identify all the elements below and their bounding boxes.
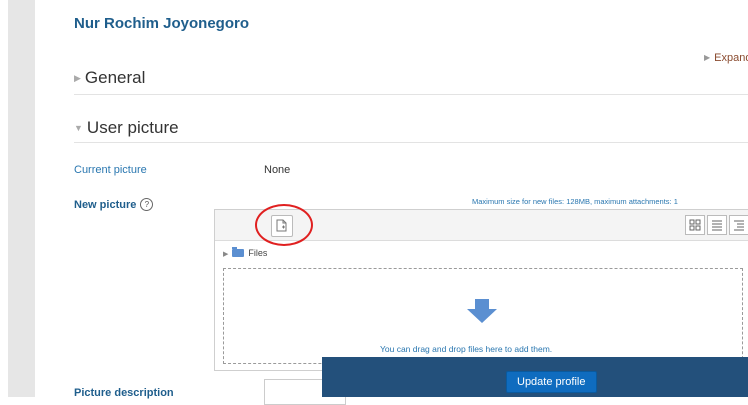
down-arrow-icon (467, 299, 497, 323)
drop-zone[interactable]: You can drag and drop files here to add … (223, 268, 743, 364)
expand-all-label: Expand al (714, 52, 748, 64)
list-icon (712, 220, 722, 231)
sticky-footer: Update profile (322, 357, 748, 397)
grid-icon (689, 219, 701, 231)
profile-form: Nur Rochim Joyonegoro ▶Expand al ▶Genera… (36, 0, 748, 405)
divider (74, 94, 748, 95)
section-general-label: General (84, 68, 146, 87)
help-icon[interactable]: ? (140, 198, 154, 211)
new-picture-label-text: New picture (74, 199, 137, 211)
current-picture-label: Current picture (74, 164, 147, 176)
icon-view-button[interactable] (685, 215, 705, 235)
triangle-down-icon: ▼ (74, 123, 83, 133)
tree-view-button[interactable] (729, 215, 748, 235)
breadcrumb-files-label: Files (248, 248, 268, 258)
max-size-info: Maximum size for new files: 128MB, maxim… (472, 197, 678, 206)
picture-description-label: Picture description (74, 387, 174, 399)
view-mode-buttons (683, 215, 748, 235)
triangle-right-icon: ▶ (74, 73, 81, 83)
divider (74, 142, 748, 143)
tree-icon (734, 220, 744, 231)
add-file-icon (276, 219, 287, 232)
triangle-right-icon: ▶ (223, 251, 229, 258)
update-profile-button[interactable]: Update profile (506, 371, 597, 393)
file-picker-breadcrumb[interactable]: ▶ Files (223, 247, 268, 258)
section-general-header[interactable]: ▶ General (74, 68, 145, 88)
triangle-right-icon: ▶ (704, 53, 711, 62)
page-title: Nur Rochim Joyonegoro (74, 15, 250, 32)
file-picker-toolbar (215, 204, 748, 246)
expand-all-link[interactable]: ▶Expand al (704, 52, 748, 64)
drop-zone-text: You can drag and drop files here to add … (380, 344, 553, 354)
left-rail (8, 0, 35, 397)
folder-icon (232, 247, 245, 257)
section-user-picture-label: User picture (86, 118, 179, 137)
new-picture-label: New picture? (74, 198, 154, 211)
current-picture-value: None (264, 164, 291, 176)
file-picker: ▶ Files You can drag and drop files here … (214, 204, 748, 371)
add-file-button[interactable] (271, 215, 293, 237)
list-view-button[interactable] (707, 215, 727, 235)
section-user-picture-header[interactable]: ▼ User picture (74, 118, 179, 138)
